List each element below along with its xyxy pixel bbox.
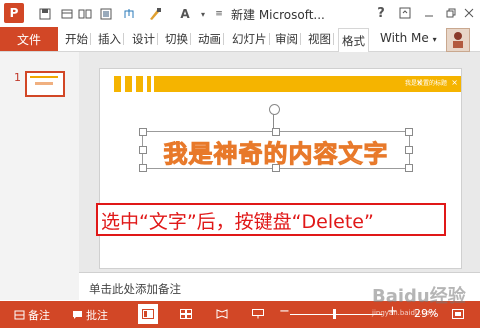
- undo-icon[interactable]: [58, 5, 76, 23]
- tab-home[interactable]: 开始: [65, 27, 91, 51]
- slideshow-button[interactable]: [248, 304, 268, 324]
- rotate-handle[interactable]: [269, 104, 280, 115]
- help-button[interactable]: ?: [370, 3, 392, 23]
- tab-design[interactable]: 设计: [132, 27, 158, 51]
- title-bar: P A ▾ ≡ 新建 Microsoft... ?: [0, 0, 480, 28]
- ribbon-tabs: 文件 开始 插入 设计 切换 动画 幻灯片 审阅 视图 格式 With Me ▾: [0, 27, 480, 52]
- format-icon[interactable]: [97, 5, 115, 23]
- user-name[interactable]: With Me ▾: [380, 31, 437, 45]
- slide-canvas[interactable]: × 我是设置的标题 × 我是神奇的内容文字: [100, 69, 461, 268]
- tab-view[interactable]: 视图: [308, 27, 334, 51]
- comment-icon: [73, 311, 82, 319]
- thumbnail-header-bar: [30, 76, 58, 78]
- tab-transitions[interactable]: 切换: [165, 27, 191, 51]
- slide-header-bar[interactable]: × 我是设置的标题 ×: [154, 76, 461, 92]
- selected-text-box[interactable]: 我是神奇的内容文字: [139, 128, 413, 172]
- slide-thumbnail[interactable]: [25, 71, 65, 97]
- save-icon[interactable]: [36, 5, 54, 23]
- notes-icon: [14, 310, 25, 320]
- instruction-text: 选中“文字”后，按键盘“Delete”: [101, 211, 374, 233]
- slide-sorter-button[interactable]: [176, 304, 196, 324]
- avatar[interactable]: [446, 28, 470, 52]
- zoom-slider-thumb[interactable]: [333, 309, 336, 319]
- notes-placeholder[interactable]: 单击此处添加备注: [89, 281, 181, 297]
- tab-format[interactable]: 格式: [338, 28, 369, 52]
- header-stripe: [125, 76, 132, 92]
- watermark: Baidu经验: [372, 286, 466, 307]
- instruction-callout: 选中“文字”后，按键盘“Delete”: [96, 203, 446, 236]
- header-stripe: [114, 76, 121, 92]
- notes-button[interactable]: 备注: [14, 307, 50, 323]
- customize-icon[interactable]: ≡: [210, 5, 228, 23]
- minimize-button[interactable]: [418, 3, 440, 23]
- comments-button[interactable]: 批注: [72, 307, 108, 323]
- tab-file[interactable]: 文件: [0, 27, 58, 51]
- slide-content-text[interactable]: 我是神奇的内容文字: [143, 134, 409, 169]
- tab-slideshow[interactable]: 幻灯片: [232, 27, 269, 51]
- header-stripe: [147, 76, 151, 92]
- tab-insert[interactable]: 插入: [98, 27, 124, 51]
- ribbon-display-button[interactable]: [394, 3, 416, 23]
- reading-view-button[interactable]: [212, 304, 232, 324]
- present-icon[interactable]: [120, 5, 138, 23]
- font-icon[interactable]: A: [176, 5, 194, 23]
- normal-view-button[interactable]: [138, 304, 158, 324]
- document-title: 新建 Microsoft...: [231, 8, 325, 22]
- tab-animations[interactable]: 动画: [198, 27, 224, 51]
- zoom-out-button[interactable]: −: [279, 304, 290, 319]
- zoom-slider[interactable]: [290, 314, 382, 315]
- watermark-url: jingyan.baidu.com: [372, 309, 437, 317]
- header-stripe: [136, 76, 143, 92]
- powerpoint-logo-icon: P: [4, 3, 24, 23]
- close-icon: ×: [451, 78, 458, 87]
- close-button[interactable]: [458, 3, 480, 23]
- slide-number: 1: [14, 71, 21, 84]
- slide-header-text: 我是设置的标题: [404, 80, 447, 87]
- thumbnail-text: [35, 82, 53, 85]
- redo-icon[interactable]: [76, 5, 94, 23]
- tab-review[interactable]: 审阅: [275, 27, 301, 51]
- paint-icon[interactable]: [146, 5, 164, 23]
